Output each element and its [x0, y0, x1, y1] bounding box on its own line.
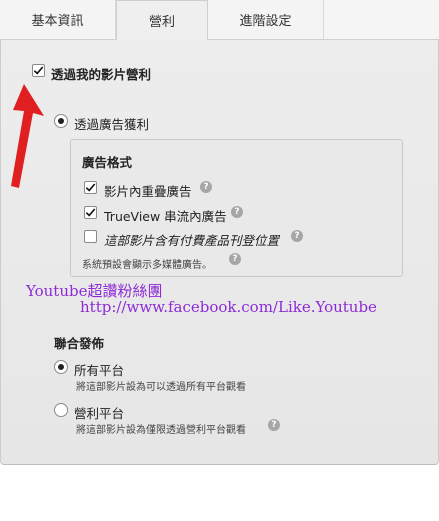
- paid-placement-checkbox[interactable]: [84, 230, 97, 243]
- check-icon: [85, 183, 96, 192]
- tab-monetization[interactable]: 營利: [116, 0, 208, 40]
- ads-monetize-radio[interactable]: [54, 114, 68, 128]
- all-platforms-label: 所有平台: [74, 363, 125, 378]
- monetize-checkbox[interactable]: [32, 64, 45, 77]
- syndication-title: 聯合發佈: [54, 336, 105, 351]
- all-platforms-desc: 將這部影片設為可以透過所有平台觀看: [76, 382, 246, 393]
- tab-label: 基本資訊: [31, 14, 84, 29]
- display-ads-note: 系統預設會顯示多媒體廣告。: [82, 260, 212, 271]
- all-platforms-radio[interactable]: [54, 360, 68, 374]
- monetized-platforms-label: 營利平台: [74, 406, 125, 421]
- tab-label: 進階設定: [239, 14, 292, 29]
- red-arrow-icon: [11, 84, 44, 188]
- paid-placement-label: 這部影片含有付費產品刊登位置: [104, 233, 280, 248]
- monetized-platforms-radio[interactable]: [54, 403, 68, 417]
- watermark-url: http://www.facebook.com/Like.Youtube: [80, 298, 377, 316]
- monetized-platforms-desc: 將這部影片設為僅限透過營利平台觀看: [76, 425, 246, 436]
- monetize-label: 透過我的影片營利: [51, 67, 152, 82]
- question-icon[interactable]: ?: [229, 253, 241, 265]
- ads-monetize-label: 透過廣告獲利: [74, 117, 150, 132]
- radio-selected-dot: [58, 364, 64, 370]
- ad-format-title: 廣告格式: [82, 155, 133, 170]
- tab-advanced-settings[interactable]: 進階設定: [208, 0, 324, 40]
- tab-label: 營利: [148, 15, 175, 30]
- tab-bar: 基本資訊 營利 進階設定: [0, 0, 439, 40]
- question-icon[interactable]: ?: [268, 419, 280, 431]
- radio-selected-dot: [58, 118, 64, 124]
- question-icon[interactable]: ?: [231, 206, 243, 218]
- overlay-ads-label: 影片內重疊廣告: [104, 184, 192, 199]
- check-icon: [85, 208, 96, 217]
- question-icon[interactable]: ?: [291, 230, 303, 242]
- tab-basic-info[interactable]: 基本資訊: [0, 0, 116, 40]
- overlay-ads-checkbox[interactable]: [84, 181, 97, 194]
- question-icon[interactable]: ?: [200, 181, 212, 193]
- trueview-ads-label: TrueView 串流內廣告: [104, 209, 227, 224]
- trueview-ads-checkbox[interactable]: [84, 206, 97, 219]
- check-icon: [33, 66, 44, 75]
